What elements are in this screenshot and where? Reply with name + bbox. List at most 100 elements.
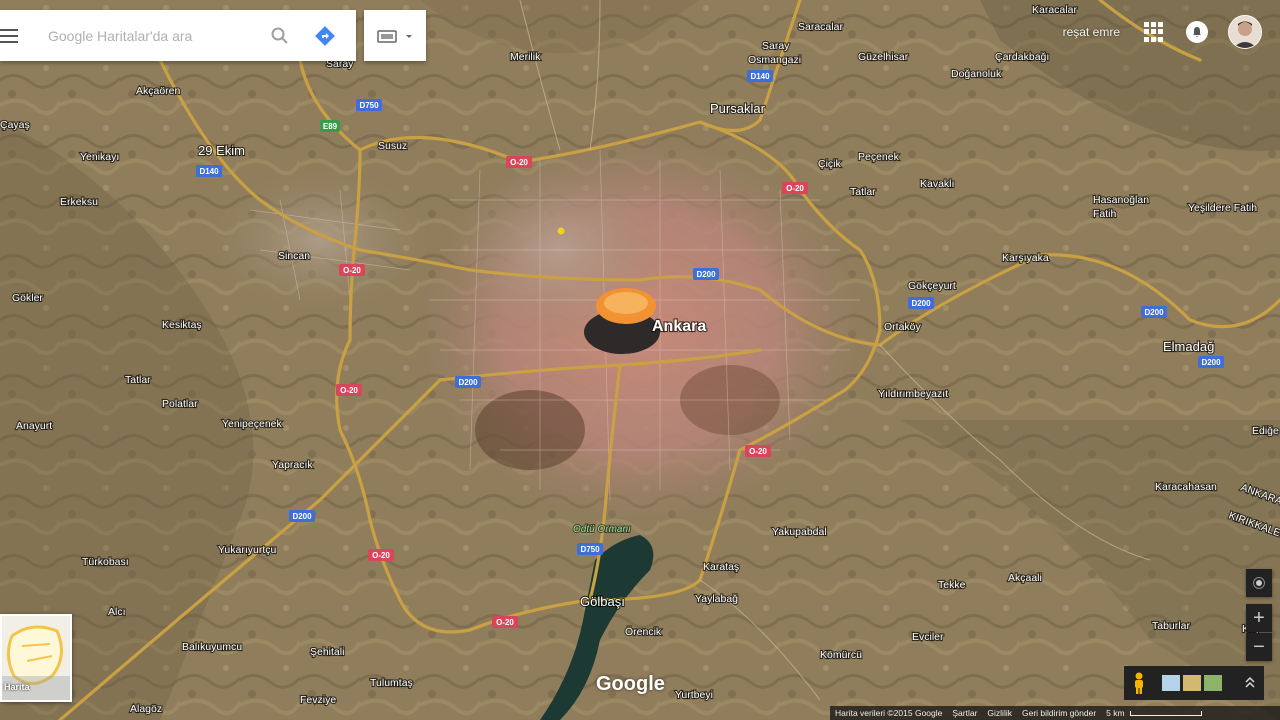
map-layer-toggle[interactable]: Harita [0,614,72,702]
svg-text:E89: E89 [323,122,338,131]
imagery-thumb-2[interactable] [1183,675,1201,691]
svg-text:O-20: O-20 [496,618,514,627]
label-fevziye[interactable]: Fevziye [299,693,338,707]
menu-icon[interactable] [0,10,46,61]
label-kesiktas[interactable]: Kesiktaş [161,318,203,332]
terms-link[interactable]: Şartlar [952,708,977,718]
label-tulumtas[interactable]: Tulumtaş [369,676,414,690]
label-cicik[interactable]: Çiçik [817,157,843,171]
label-merilik[interactable]: Merilik [509,50,542,64]
label-orencik[interactable]: Örencik [624,625,663,639]
road-shield-d200-east: D200 [908,297,934,309]
label-sehitali[interactable]: Şehitali [309,645,346,659]
apps-grid-icon[interactable] [1144,22,1164,42]
my-location-icon [1253,577,1265,589]
label-sincan[interactable]: Sincan [277,249,311,263]
imagery-thumb-3[interactable] [1204,675,1222,691]
label-yenipecenek[interactable]: Yenipeçenek [221,417,284,431]
label-yenikayi[interactable]: Yenikayı [79,150,121,164]
label-edige[interactable]: Ediğe [1251,424,1280,438]
label-evciler[interactable]: Evciler [911,630,945,644]
label-fatih[interactable]: Fatih [1092,207,1118,221]
label-kavakli[interactable]: Kavaklı [919,177,956,191]
road-shield-o20-southwest: O-20 [336,384,362,396]
avatar[interactable] [1228,15,1262,49]
label-susuz[interactable]: Susuz [377,139,408,153]
label-saray[interactable]: Saray [761,39,791,53]
label-akcaoren[interactable]: Akçaören [135,84,182,98]
svg-text:D750: D750 [580,545,600,554]
road-shield-d200-far-east: D200 [1141,306,1167,318]
scale-label[interactable]: 5 km [1106,708,1124,718]
label-tekke[interactable]: Tekke [937,578,967,592]
search-input[interactable] [46,26,260,45]
label-taburlar[interactable]: Taburlar [1151,619,1192,633]
label-cardakbagi[interactable]: Çardakbağı [994,50,1050,64]
label-yurtbeyi[interactable]: Yurtbeyi [674,688,714,702]
svg-text:O-20: O-20 [749,447,767,456]
label-osmangazi[interactable]: Osmangazi [747,53,802,67]
label-guzelhisar[interactable]: Güzelhisar [857,50,910,64]
label-ankara[interactable]: Ankara [651,317,708,336]
label-tatlar-west[interactable]: Tatlar [124,373,152,387]
notifications-icon[interactable] [1186,21,1208,43]
svg-text:D200: D200 [458,378,478,387]
label-anayurt[interactable]: Anayurt [15,419,53,433]
road-shield-d140-north: D140 [747,70,773,82]
keyboard-input-button[interactable] [364,10,426,61]
label-gokler[interactable]: Gökler [11,291,45,305]
label-golbasi[interactable]: Gölbaşı [579,593,626,610]
zoom-out-button[interactable]: − [1246,633,1272,661]
label-erkeksu[interactable]: Erkeksu [59,195,99,209]
label-alci[interactable]: Alcı [107,605,127,619]
keyboard-icon [377,29,412,43]
label-pursaklar[interactable]: Pursaklar [709,100,767,117]
label-karacahasan[interactable]: Karacahasan [1154,480,1218,494]
google-logo: Google [596,673,665,695]
search-icon[interactable] [260,10,300,61]
svg-text:O-20: O-20 [343,266,361,275]
label-kariyaka[interactable]: Karşıyaka [1001,251,1050,265]
label-akcaali[interactable]: Akçaali [1007,571,1043,585]
label-alagoz[interactable]: Alagöz [129,702,163,716]
label-elmadag[interactable]: Elmadağ [1162,338,1216,355]
my-location-button[interactable] [1246,569,1272,597]
svg-text:D140: D140 [199,167,219,176]
label-komurcu[interactable]: Kömürcü [819,648,863,662]
label-karatas[interactable]: Karataş [702,560,740,574]
directions-icon[interactable] [300,10,350,61]
privacy-link[interactable]: Gizlilik [987,708,1012,718]
road-shield-d200-elmadag: D200 [1198,356,1224,368]
road-shield-o20-north: O-20 [506,156,532,168]
road-shield-d750-north: D750 [356,99,382,111]
label-tatlar-east[interactable]: Tatlar [849,185,877,199]
svg-text:D750: D750 [359,101,379,110]
label-balikuyumcu[interactable]: Balıkuyumcu [181,640,243,654]
label-29-ekim[interactable]: 29 Ekim [197,142,246,159]
feedback-link[interactable]: Geri bildirim gönder [1022,708,1096,718]
label-gokceyurt[interactable]: Gökçeyurt [907,279,957,293]
chevron-up-icon[interactable] [1244,675,1256,692]
label-yukariyurtcu[interactable]: Yukarıyurtçu [217,543,278,557]
label-ortakoy[interactable]: Ortaköy [883,320,923,334]
label-yesildere[interactable]: Yeşildere Fatih [1187,201,1258,215]
label-yakupabdal[interactable]: Yakupabdal [771,525,828,539]
label-cayas[interactable]: Çayaş [0,118,31,132]
label-odtu-ormani[interactable]: Odtü Ormanı [572,523,632,536]
label-yildirimbeyazit[interactable]: Yıldırımbeyazıt [877,387,949,401]
label-hasanoglan[interactable]: Hasanoğlan [1092,193,1150,207]
label-saracalar[interactable]: Saracalar [797,20,845,34]
label-yapracik[interactable]: Yapracık [271,458,315,472]
pegman-icon[interactable] [1124,672,1154,694]
label-turkobasi[interactable]: Türkobası [81,555,130,569]
label-polatlar[interactable]: Polatlar [161,397,199,411]
username-link[interactable]: reşat emre [1063,25,1120,39]
satellite-map[interactable]: O-20 O-20 O-20 O-20 O-20 O-20 O-20 D200 … [0,0,1280,720]
zoom-in-button[interactable]: + [1246,604,1272,632]
plus-icon: + [1253,606,1265,629]
label-doganoluk[interactable]: Doğanoluk [950,67,1003,81]
label-pecenek[interactable]: Peçenek [857,150,901,164]
road-shield-e89: E89 [320,120,340,132]
imagery-thumb-1[interactable] [1162,675,1180,691]
label-yaylabag[interactable]: Yaylabağ [694,592,739,606]
